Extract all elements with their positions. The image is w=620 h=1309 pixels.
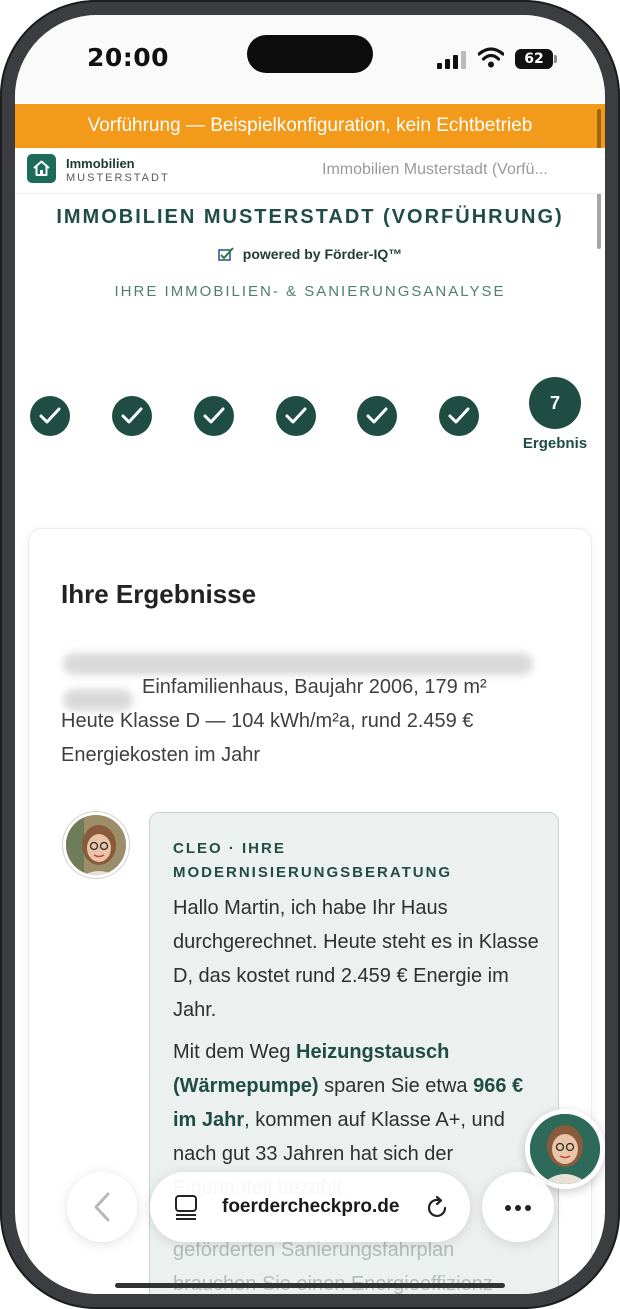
logo-subtitle: MUSTERSTADT: [66, 172, 170, 184]
step-5-complete[interactable]: [357, 396, 397, 436]
step-7-current[interactable]: 7: [529, 377, 581, 429]
results-summary: Einfamilienhaus, Baujahr 2006, 179 m² He…: [61, 670, 561, 772]
more-options-button[interactable]: [482, 1172, 554, 1242]
status-time: 20:00: [87, 43, 170, 72]
powered-by: powered by Förder-IQ™: [15, 246, 605, 262]
header-page-title: Immobilien Musterstadt (Vorfü...: [322, 161, 548, 178]
step-7-label: Ergebnis: [522, 435, 588, 452]
url-text[interactable]: foerdercheckpro.de: [222, 1196, 399, 1218]
more-icon: [505, 1205, 511, 1211]
summary-house: Einfamilienhaus, Baujahr 2006, 179 m²: [142, 676, 487, 698]
reload-icon[interactable]: [424, 1195, 450, 1221]
summary-class: Heute Klasse D — 104 kWh/m²a, rund 2.459…: [61, 710, 474, 732]
checkbox-icon: [218, 247, 234, 261]
demo-banner: Vorführung — Beispielkonfiguration, kein…: [15, 104, 605, 148]
step-1-complete[interactable]: [30, 396, 70, 436]
battery-icon: 62: [515, 49, 557, 69]
address-bar[interactable]: foerdercheckpro.de: [150, 1172, 470, 1242]
checkmark-icon: [39, 407, 61, 424]
wifi-icon: [478, 47, 504, 68]
home-logo-icon[interactable]: [27, 154, 56, 183]
step-2-complete[interactable]: [112, 396, 152, 436]
dynamic-island: [247, 35, 373, 73]
summary-costs: Energiekosten im Jahr: [61, 744, 260, 766]
checkmark-icon: [203, 407, 225, 424]
advisor-avatar: [63, 812, 129, 878]
checkmark-icon: [285, 407, 307, 424]
back-button[interactable]: [67, 1172, 137, 1242]
cellular-signal-icon: [437, 51, 467, 69]
site-header: Immobilien MUSTERSTADT Immobilien Muster…: [15, 148, 605, 194]
advisor-message-1: Hallo Martin, ich habe Ihr Haus durchger…: [173, 897, 539, 1021]
powered-by-text: powered by Förder-IQ™: [242, 246, 403, 262]
tabs-icon[interactable]: [174, 1194, 198, 1220]
brand-title: IMMOBILIEN MUSTERSTADT (VORFÜHRUNG): [56, 206, 564, 228]
checkmark-icon: [366, 407, 388, 424]
step-3-complete[interactable]: [194, 396, 234, 436]
home-indicator[interactable]: [115, 1283, 505, 1288]
logo-name[interactable]: Immobilien: [66, 156, 135, 171]
step-6-complete[interactable]: [439, 396, 479, 436]
advisor-label: CLEO · IHRE MODERNISIERUNGSBERATUNG: [173, 840, 453, 881]
status-bar: 20:00 62: [15, 15, 605, 103]
step-4-complete[interactable]: [276, 396, 316, 436]
results-title: Ihre Ergebnisse: [61, 579, 257, 609]
checkmark-icon: [448, 407, 470, 424]
checkmark-icon: [121, 407, 143, 424]
page-subtitle: IHRE IMMOBILIEN- & SANIERUNGSANALYSE: [114, 283, 506, 300]
chevron-left-icon: [94, 1192, 110, 1222]
screen: 20:00 62 Vorführung — Beispielkonfigurat…: [15, 15, 605, 1294]
